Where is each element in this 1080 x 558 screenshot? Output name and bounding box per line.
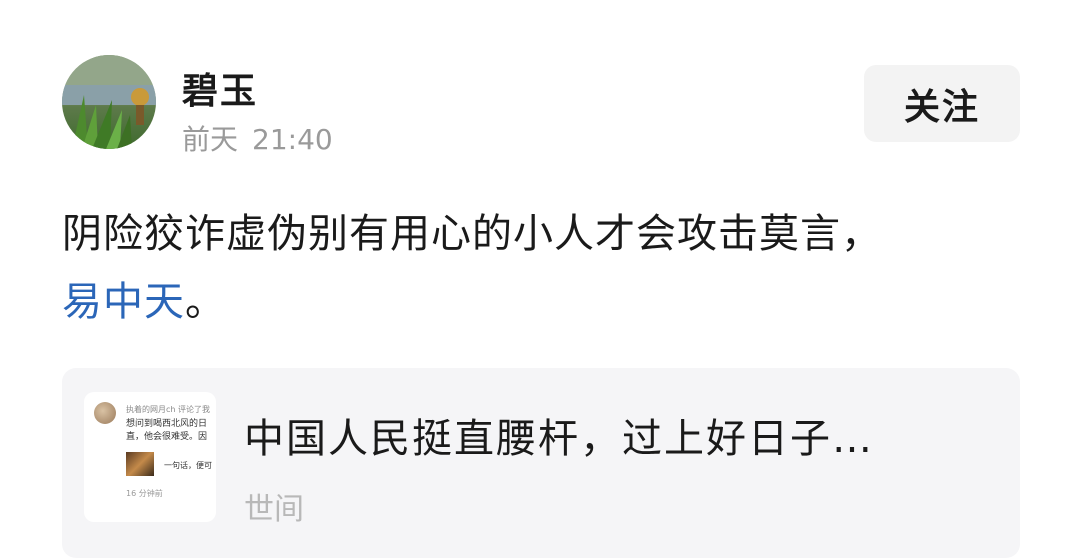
thumb-image [126,452,154,476]
author-name[interactable]: 碧玉 [182,62,258,114]
thumb-body-line2: 直，他会很难受。因 [126,432,208,442]
author-avatar[interactable] [62,55,156,149]
thumb-caption: 一句话，便可 [164,461,212,470]
thumb-footer: 16 分钟前 [126,489,163,498]
post-date: 前天 [182,123,239,156]
post-meta: 前天 21:40 [182,118,333,158]
thumb-header: 执着的网月ch 评论了我 [126,405,211,414]
quoted-post-title: 中国人民挺直腰杆，过上好日子… [244,416,874,462]
post-body: 阴险狡诈虚伪别有用心的小人才会攻击莫言， 易中天。 [62,200,1022,336]
follow-button[interactable]: 关注 [864,65,1020,142]
quoted-post-thumbnail: 执着的网月ch 评论了我 想问到喝西北风的日 直，他会很难受。因 一句话，便可 … [84,392,216,522]
thumb-body: 想问到喝西北风的日 直，他会很难受。因 [126,418,214,444]
post-text-main: 阴险狡诈虚伪别有用心的小人才会攻击莫言， [62,211,882,257]
thumb-avatar [94,402,116,424]
post-time: 21:40 [252,123,333,156]
post-text-end: 。 [185,279,226,325]
mention-link[interactable]: 易中天 [62,279,185,325]
quoted-post-card[interactable]: 执着的网月ch 评论了我 想问到喝西北风的日 直，他会很难受。因 一句话，便可 … [62,368,1020,558]
quoted-post-source: 世间 [244,492,304,527]
thumb-body-line1: 想问到喝西北风的日 [126,419,208,429]
